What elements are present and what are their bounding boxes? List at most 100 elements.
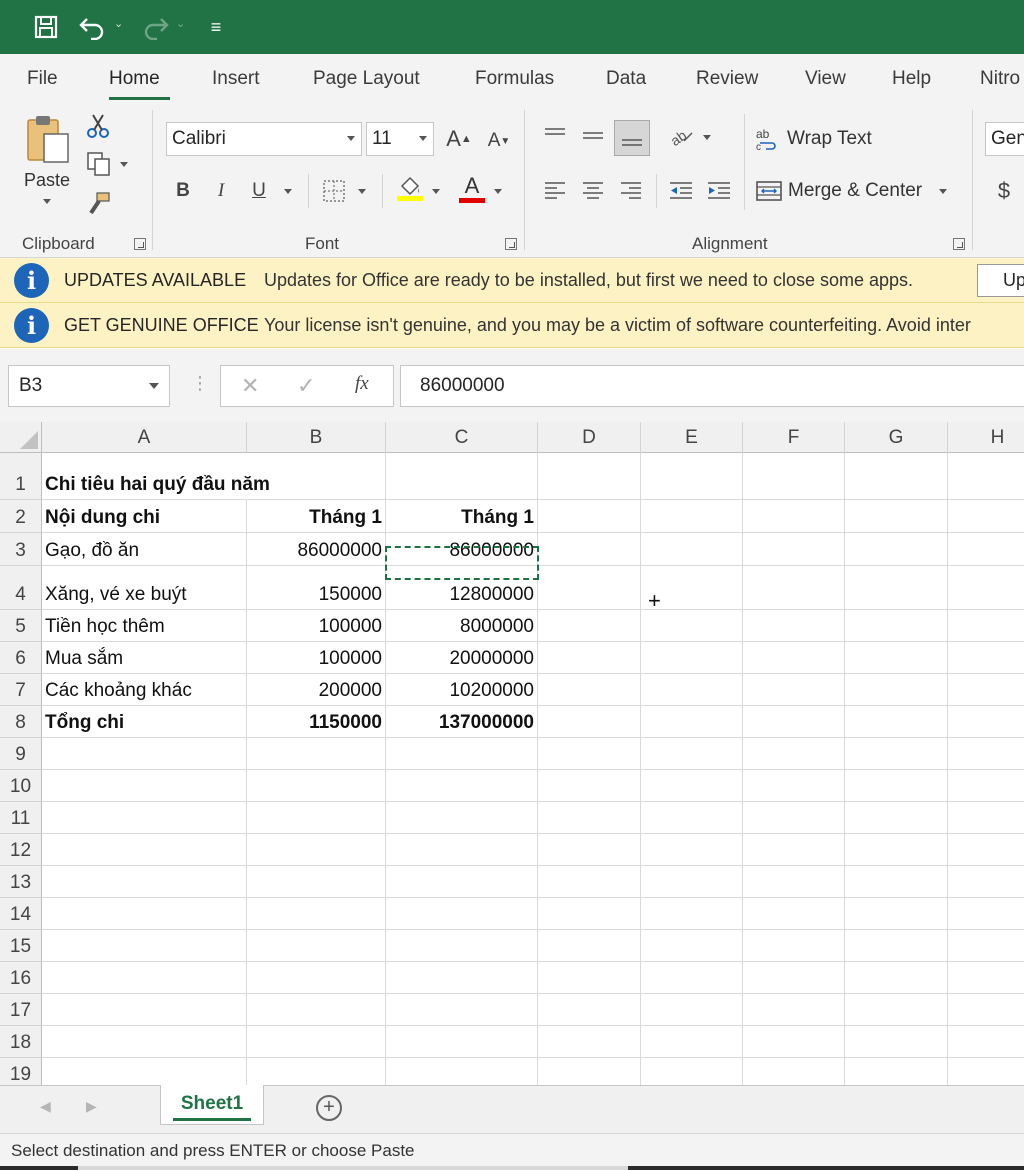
scroll-left-icon[interactable]: ◀ xyxy=(40,1098,51,1115)
cell-g8[interactable] xyxy=(845,706,948,738)
row-header-19[interactable]: 19 xyxy=(0,1058,42,1085)
cell-g5[interactable] xyxy=(845,610,948,642)
accounting-format-button[interactable]: $ xyxy=(992,176,1016,206)
underline-button[interactable]: U xyxy=(246,176,272,206)
cell-d16[interactable] xyxy=(538,962,641,994)
cell-f4[interactable] xyxy=(743,566,845,610)
cell-e1[interactable] xyxy=(641,453,743,500)
tab-nitro[interactable]: Nitro xyxy=(980,68,1020,90)
sheet-tab-sheet1[interactable]: Sheet1 xyxy=(160,1085,264,1125)
cell-e15[interactable] xyxy=(641,930,743,962)
cell-c10[interactable] xyxy=(386,770,538,802)
enter-check-icon[interactable]: ✓ xyxy=(297,373,315,399)
cell-g11[interactable] xyxy=(845,802,948,834)
cell-b4[interactable]: 150000 xyxy=(247,566,386,610)
cell-b11[interactable] xyxy=(247,802,386,834)
column-header-f[interactable]: F xyxy=(743,422,845,453)
tab-review[interactable]: Review xyxy=(696,68,758,90)
cell-c6[interactable]: 20000000 xyxy=(386,642,538,674)
cell-d14[interactable] xyxy=(538,898,641,930)
cell-e12[interactable] xyxy=(641,834,743,866)
center-button[interactable] xyxy=(578,176,608,204)
cell-f17[interactable] xyxy=(743,994,845,1026)
middle-align-button[interactable] xyxy=(578,122,608,150)
font-color-button[interactable]: A xyxy=(456,170,488,206)
borders-button[interactable] xyxy=(320,176,348,206)
update-now-button[interactable]: Up xyxy=(977,264,1024,297)
row-header-9[interactable]: 9 xyxy=(0,738,42,770)
cell-c8[interactable]: 137000000 xyxy=(386,706,538,738)
cell-h8[interactable] xyxy=(948,706,1024,738)
cell-h10[interactable] xyxy=(948,770,1024,802)
cell-e16[interactable] xyxy=(641,962,743,994)
row-header-12[interactable]: 12 xyxy=(0,834,42,866)
cell-g15[interactable] xyxy=(845,930,948,962)
cell-d8[interactable] xyxy=(538,706,641,738)
cell-h1[interactable] xyxy=(948,453,1024,500)
column-header-b[interactable]: B xyxy=(247,422,386,453)
align-left-button[interactable] xyxy=(540,176,570,204)
cell-e8[interactable] xyxy=(641,706,743,738)
cell-a7[interactable]: Các khoảng khác xyxy=(42,674,247,706)
cell-c3[interactable]: 86000000 xyxy=(386,533,538,566)
cell-d7[interactable] xyxy=(538,674,641,706)
bold-button[interactable]: B xyxy=(170,176,196,206)
cell-c18[interactable] xyxy=(386,1026,538,1058)
column-header-a[interactable]: A xyxy=(42,422,247,453)
cell-a1[interactable]: Chi tiêu hai quý đầu năm xyxy=(42,453,270,500)
merge-center-dropdown-icon[interactable] xyxy=(939,189,947,194)
cell-a15[interactable] xyxy=(42,930,247,962)
cell-d17[interactable] xyxy=(538,994,641,1026)
cell-c16[interactable] xyxy=(386,962,538,994)
cell-g7[interactable] xyxy=(845,674,948,706)
cell-d5[interactable] xyxy=(538,610,641,642)
cell-g17[interactable] xyxy=(845,994,948,1026)
cell-b14[interactable] xyxy=(247,898,386,930)
cell-b12[interactable] xyxy=(247,834,386,866)
cell-b7[interactable]: 200000 xyxy=(247,674,386,706)
copy-button[interactable] xyxy=(82,150,132,178)
cell-b18[interactable] xyxy=(247,1026,386,1058)
cell-f2[interactable] xyxy=(743,500,845,533)
cut-button[interactable] xyxy=(84,112,112,140)
formula-input[interactable]: 86000000 xyxy=(400,365,1024,407)
cell-e10[interactable] xyxy=(641,770,743,802)
tab-home[interactable]: Home xyxy=(109,68,160,90)
cell-c12[interactable] xyxy=(386,834,538,866)
cell-c13[interactable] xyxy=(386,866,538,898)
cell-g4[interactable] xyxy=(845,566,948,610)
cell-a6[interactable]: Mua sắm xyxy=(42,642,247,674)
cell-d1[interactable] xyxy=(538,453,641,500)
cell-a10[interactable] xyxy=(42,770,247,802)
cell-a16[interactable] xyxy=(42,962,247,994)
font-color-dropdown-icon[interactable] xyxy=(494,189,502,194)
cell-d13[interactable] xyxy=(538,866,641,898)
cell-a8[interactable]: Tổng chi xyxy=(42,706,247,738)
format-painter-button[interactable] xyxy=(84,190,112,218)
row-header-7[interactable]: 7 xyxy=(0,674,42,706)
cell-a18[interactable] xyxy=(42,1026,247,1058)
paste-button[interactable]: Paste xyxy=(20,112,74,218)
cell-d9[interactable] xyxy=(538,738,641,770)
bottom-align-button[interactable] xyxy=(614,120,650,156)
redo-dropdown-icon[interactable]: ⌄ xyxy=(176,17,185,30)
row-header-2[interactable]: 2 xyxy=(0,500,42,533)
cell-f7[interactable] xyxy=(743,674,845,706)
underline-dropdown-icon[interactable] xyxy=(284,189,292,194)
cell-f8[interactable] xyxy=(743,706,845,738)
clipboard-launcher-icon[interactable] xyxy=(134,238,146,250)
cell-g10[interactable] xyxy=(845,770,948,802)
cancel-icon[interactable]: ✕ xyxy=(241,373,259,399)
cell-h19[interactable] xyxy=(948,1058,1024,1085)
tab-help[interactable]: Help xyxy=(892,68,931,90)
row-header-1[interactable]: 1 xyxy=(0,453,42,500)
cell-f18[interactable] xyxy=(743,1026,845,1058)
cell-f16[interactable] xyxy=(743,962,845,994)
cell-g19[interactable] xyxy=(845,1058,948,1085)
cell-e2[interactable] xyxy=(641,500,743,533)
cell-h11[interactable] xyxy=(948,802,1024,834)
cell-e7[interactable] xyxy=(641,674,743,706)
cell-b8[interactable]: 1150000 xyxy=(247,706,386,738)
italic-button[interactable]: I xyxy=(208,176,234,206)
cell-g13[interactable] xyxy=(845,866,948,898)
